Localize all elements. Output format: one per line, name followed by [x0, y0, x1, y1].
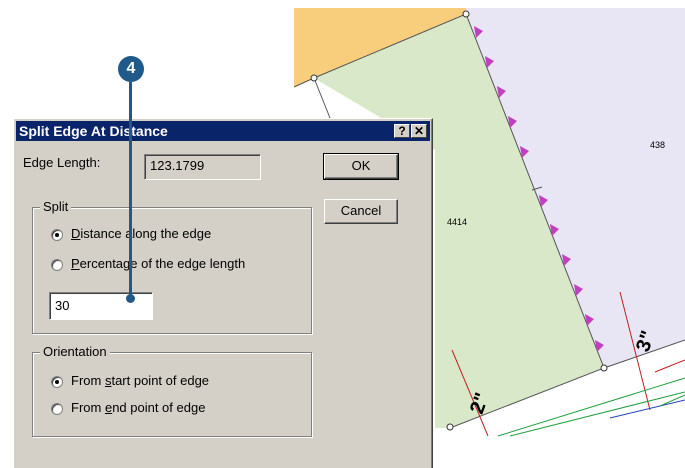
- percentage-option-label[interactable]: Percentage of the edge length: [71, 256, 245, 271]
- callout-pointer-dot: [126, 294, 135, 303]
- end-point-option-label[interactable]: From end point of edge: [71, 400, 205, 415]
- vertex-marker[interactable]: [600, 364, 608, 372]
- start-point-radio[interactable]: [51, 376, 63, 388]
- end-point-radio[interactable]: [51, 403, 63, 415]
- help-button[interactable]: ?: [394, 124, 410, 138]
- start-point-option-label[interactable]: From start point of edge: [71, 373, 209, 388]
- dialog-title: Split Edge At Distance: [19, 123, 168, 139]
- edge-length-label: Edge Length:: [23, 155, 101, 170]
- vertex-marker[interactable]: [462, 10, 470, 18]
- split-group: Split Distance along the edge Percentage…: [32, 199, 312, 334]
- percentage-radio[interactable]: [51, 259, 63, 271]
- distance-option-label[interactable]: Distance along the edge: [71, 226, 211, 241]
- split-distance-input[interactable]: 30: [49, 292, 153, 320]
- vertex-marker[interactable]: [446, 423, 454, 431]
- parcel-number-label: 4414: [447, 217, 468, 227]
- step-number-badge: 4: [118, 56, 144, 82]
- distance-radio[interactable]: [51, 229, 63, 241]
- parcel-number-label: 438: [650, 140, 666, 150]
- cancel-button[interactable]: Cancel: [324, 199, 398, 224]
- close-button[interactable]: ✕: [411, 124, 427, 138]
- split-group-label: Split: [40, 199, 72, 215]
- edge-length-value: 123.1799: [144, 154, 261, 180]
- ok-button[interactable]: OK: [323, 153, 399, 180]
- callout-leader-line: [129, 82, 132, 298]
- orientation-group: Orientation From start point of edge Fro…: [32, 344, 312, 437]
- split-edge-dialog: Split Edge At Distance ? ✕ Edge Length: …: [13, 118, 433, 468]
- vertex-marker[interactable]: [310, 74, 318, 82]
- orientation-group-label: Orientation: [40, 344, 110, 360]
- dialog-title-bar[interactable]: Split Edge At Distance ? ✕: [16, 121, 430, 141]
